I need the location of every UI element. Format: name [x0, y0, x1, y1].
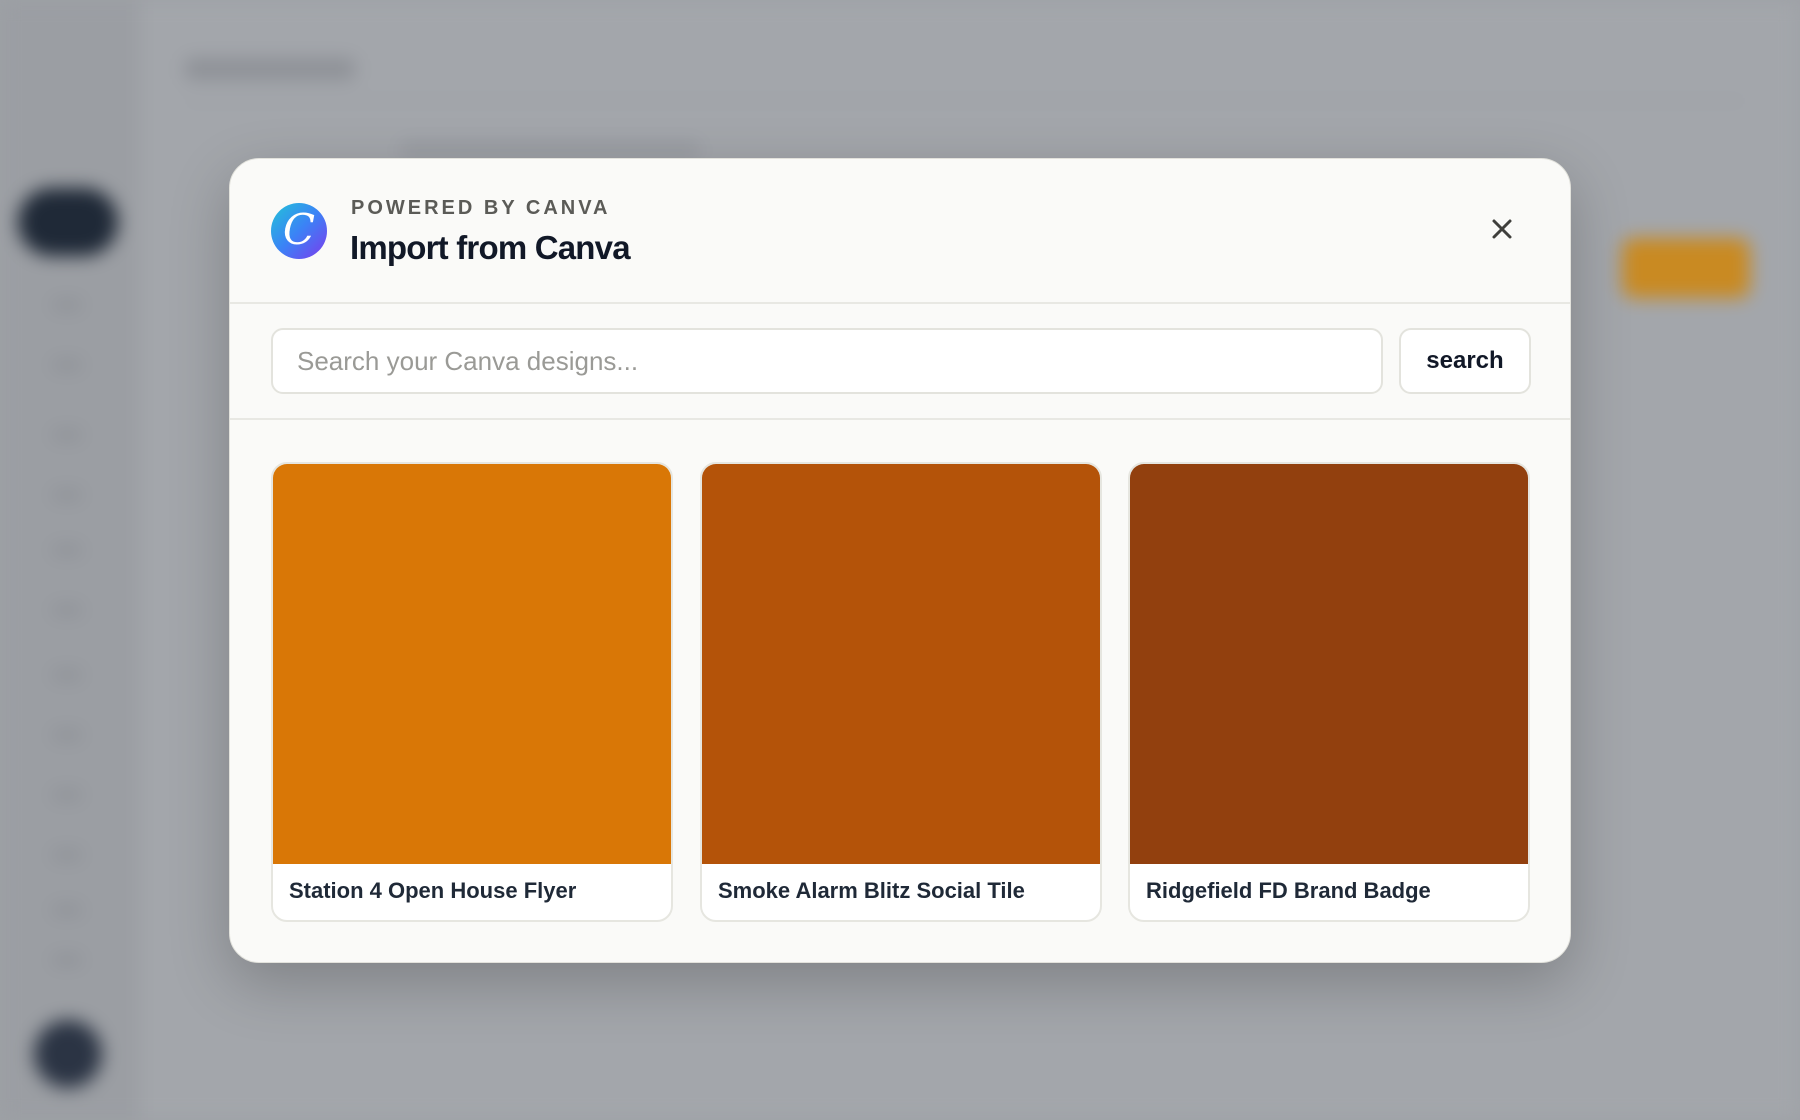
background-nav-line: [52, 730, 82, 740]
background-nav-line: [52, 955, 82, 965]
background-nav-line: [52, 670, 82, 680]
close-button[interactable]: [1484, 211, 1520, 247]
design-card[interactable]: Ridgefield FD Brand Badge: [1128, 462, 1530, 922]
import-from-canva-dialog: C POWERED BY CANVA Import from Canva sea…: [229, 158, 1571, 963]
background-nav-line: [52, 545, 82, 555]
background-nav-line: [52, 850, 82, 860]
powered-by-label: POWERED BY CANVA: [351, 197, 611, 219]
background-divider: [185, 100, 1745, 102]
background-nav-line: [52, 360, 82, 370]
design-title: Smoke Alarm Blitz Social Tile: [718, 878, 1025, 903]
background-nav-pill: [18, 188, 118, 256]
background-sidebar: [0, 0, 140, 1120]
background-nav-line: [52, 790, 82, 800]
background-nav-line: [52, 905, 82, 915]
design-thumbnail: [273, 464, 671, 864]
search-button[interactable]: search: [1399, 328, 1531, 394]
background-nav-line: [52, 490, 82, 500]
search-bar: search: [230, 304, 1570, 420]
background-nav-line: [52, 605, 82, 615]
dialog-title: Import from Canva: [350, 229, 631, 266]
design-card[interactable]: Station 4 Open House Flyer: [271, 462, 673, 922]
background-primary-button: [1622, 238, 1750, 298]
dialog-header: C POWERED BY CANVA Import from Canva: [230, 159, 1570, 304]
design-thumbnail: [702, 464, 1100, 864]
canva-logo-icon: C: [271, 203, 327, 259]
design-grid: Station 4 Open House Flyer Smoke Alarm B…: [271, 462, 1531, 922]
background-nav-line: [52, 430, 82, 440]
design-card[interactable]: Smoke Alarm Blitz Social Tile: [700, 462, 1102, 922]
design-title: Ridgefield FD Brand Badge: [1146, 878, 1431, 903]
design-title: Station 4 Open House Flyer: [289, 878, 577, 903]
background-avatar: [34, 1020, 102, 1088]
canva-logo-letter: C: [282, 205, 316, 254]
search-input[interactable]: [271, 328, 1383, 394]
background-page-title: [185, 58, 355, 80]
close-icon: [1492, 219, 1512, 239]
background-subheading: [400, 142, 700, 158]
background-nav-line: [52, 300, 82, 310]
design-thumbnail: [1130, 464, 1528, 864]
